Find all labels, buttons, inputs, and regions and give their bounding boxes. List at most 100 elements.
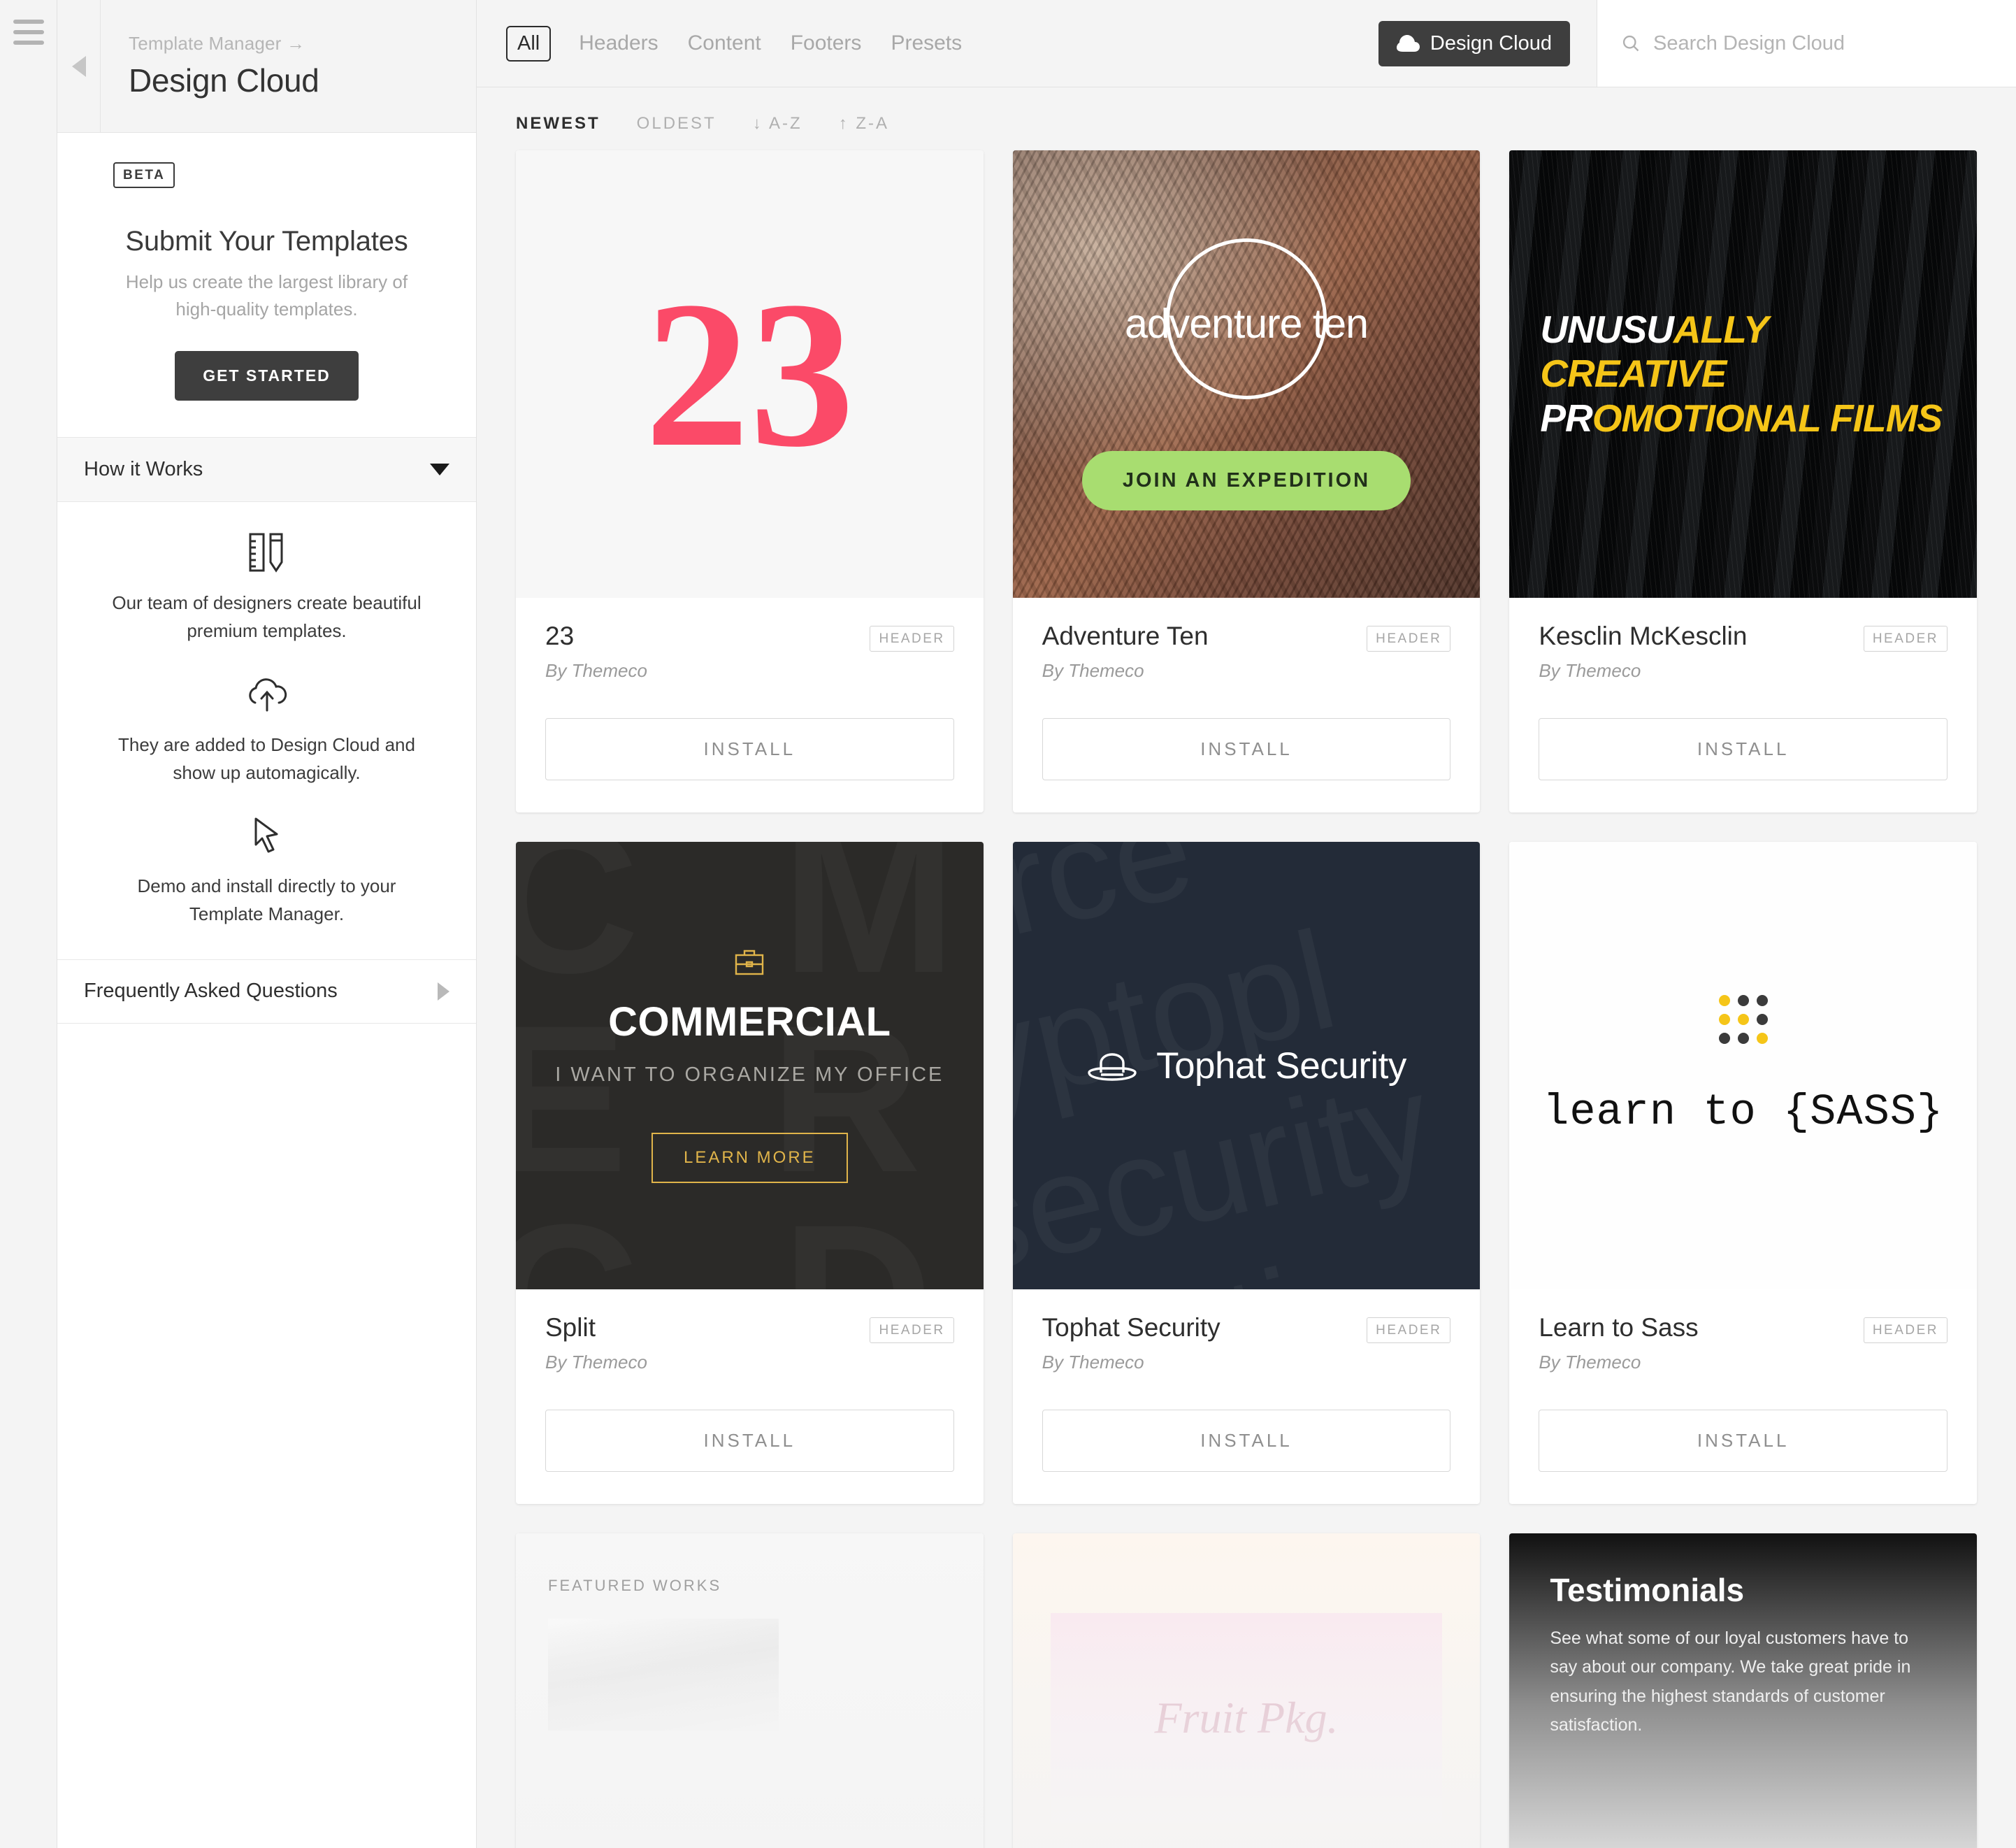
card-title-row: Kesclin McKesclin HEADER — [1539, 622, 1947, 652]
template-card-learn-to-sass[interactable]: learn to {SASS} Learn to Sass HEADER By … — [1509, 842, 1977, 1504]
how-it-works-header[interactable]: How it Works — [57, 438, 476, 502]
sort-newest[interactable]: NEWEST — [516, 114, 600, 134]
headline-line-2: PROMOTIONAL FILMS — [1540, 396, 1946, 440]
search-input[interactable] — [1653, 31, 1989, 55]
headline-segment-white: UNUSU — [1540, 308, 1674, 352]
install-button[interactable]: INSTALL — [1042, 1410, 1451, 1472]
template-thumbnail[interactable]: learn to {SASS} — [1509, 842, 1977, 1289]
design-cloud-button[interactable]: Design Cloud — [1378, 20, 1570, 66]
template-thumbnail[interactable]: Fruit Pkg. — [1012, 1533, 1481, 1848]
card-title: Tophat Security — [1042, 1313, 1221, 1342]
card-author: By Themeco — [545, 660, 647, 681]
headline-segment-yellow: OMOTIONAL FILMS — [1592, 396, 1943, 440]
card-body: 23 HEADER By Themeco INSTALL — [516, 598, 984, 812]
sort-oldest[interactable]: OLDEST — [637, 114, 717, 134]
app-root: Template Manager → Design Cloud BETA Sub… — [0, 0, 2016, 1848]
card-title-row: Tophat Security HEADER — [1042, 1313, 1451, 1343]
hamburger-icon[interactable] — [13, 20, 44, 45]
thumbnail-headline: Fruit Pkg. — [1154, 1693, 1339, 1742]
how-it-works-step-text: Our team of designers create beautiful p… — [112, 592, 422, 642]
get-started-button[interactable]: GET STARTED — [175, 351, 359, 401]
template-thumbnail[interactable]: FEATURED WORKS — [516, 1533, 984, 1848]
sort-z-a[interactable]: ↑ Z-A — [839, 114, 889, 134]
tab-content[interactable]: Content — [686, 29, 763, 58]
template-card-split[interactable]: COMMERCIAL I WANT TO ORGANIZE MY OFFICE … — [516, 842, 984, 1504]
template-thumbnail[interactable]: adventure ten JOIN AN EXPEDITION — [1012, 150, 1481, 598]
briefcase-icon — [735, 950, 764, 975]
sidebar-header: Template Manager → Design Cloud — [57, 0, 476, 133]
template-thumbnail[interactable]: Tophat Security — [1012, 842, 1481, 1289]
status-badge: HEADER — [1863, 626, 1947, 652]
card-title: 23 — [545, 622, 575, 650]
design-cloud-button-label: Design Cloud — [1430, 31, 1552, 55]
back-button[interactable] — [57, 0, 101, 132]
thumbnail-panel: Fruit Pkg. — [1050, 1613, 1443, 1823]
template-card-23[interactable]: 23 23 HEADER By Themeco INSTALL — [516, 150, 984, 812]
card-title: Kesclin McKesclin — [1539, 622, 1748, 650]
card-title: Split — [545, 1313, 596, 1342]
card-body: Tophat Security HEADER By Themeco INSTAL… — [1013, 1289, 1481, 1504]
thumbnail-headline: UNUSUALLY CREATIVE PROMOTIONAL FILMS — [1509, 308, 1977, 440]
chevron-right-icon — [438, 982, 449, 1001]
submit-description: Help us create the largest library of hi… — [125, 271, 408, 320]
left-rail — [0, 0, 57, 1848]
status-badge: HEADER — [1367, 626, 1451, 652]
thumbnail-subheading: I WANT TO ORGANIZE MY OFFICE — [555, 1063, 944, 1086]
breadcrumb[interactable]: Template Manager → — [129, 33, 319, 55]
install-button[interactable]: INSTALL — [545, 718, 954, 780]
tophat-logo-group: Tophat Security — [1013, 1045, 1481, 1087]
template-card-testimonials[interactable]: Testimonials See what some of our loyal … — [1509, 1533, 1977, 1848]
card-title: Learn to Sass — [1539, 1313, 1699, 1342]
template-thumbnail[interactable]: Testimonials See what some of our loyal … — [1509, 1533, 1977, 1848]
tab-footers[interactable]: Footers — [789, 29, 863, 58]
card-author: By Themeco — [1539, 1352, 1641, 1373]
thumbnail-body: See what some of our loyal customers hav… — [1550, 1628, 1911, 1735]
chevron-left-icon — [71, 55, 86, 77]
topbar: All Headers Content Footers Presets Desi… — [477, 0, 2016, 87]
tab-all[interactable]: All — [506, 25, 552, 62]
template-card-kesclin-mckesclin[interactable]: UNUSUALLY CREATIVE PROMOTIONAL FILMS Kes… — [1509, 150, 1977, 812]
template-grid-scroll[interactable]: 23 23 HEADER By Themeco INSTALL adventur… — [477, 145, 2016, 1848]
card-author: By Themeco — [1042, 1352, 1144, 1373]
template-thumbnail[interactable]: 23 — [516, 150, 984, 598]
template-thumbnail[interactable]: UNUSUALLY CREATIVE PROMOTIONAL FILMS — [1509, 150, 1977, 598]
template-grid: 23 23 HEADER By Themeco INSTALL adventur… — [516, 150, 1977, 1848]
install-button[interactable]: INSTALL — [545, 1410, 954, 1472]
tab-headers[interactable]: Headers — [577, 29, 659, 58]
template-card-featured-works[interactable]: FEATURED WORKS — [516, 1533, 984, 1848]
install-button[interactable]: INSTALL — [1539, 1410, 1947, 1472]
thumbnail-heading: Testimonials — [1550, 1572, 1745, 1608]
sidebar: Template Manager → Design Cloud BETA Sub… — [57, 0, 477, 1848]
tab-presets[interactable]: Presets — [889, 29, 963, 58]
main-panel: All Headers Content Footers Presets Desi… — [477, 0, 2016, 1848]
faq-label: Frequently Asked Questions — [84, 980, 338, 1003]
how-it-works-step: Our team of designers create beautiful p… — [109, 531, 424, 645]
card-title-row: Split HEADER — [545, 1313, 954, 1343]
thumbnail-heading: COMMERCIAL — [608, 998, 891, 1045]
headline-segment-white: PR — [1540, 396, 1592, 440]
how-it-works-step-text: They are added to Design Cloud and show … — [118, 733, 415, 783]
page-title: Design Cloud — [129, 62, 319, 99]
install-button[interactable]: INSTALL — [1539, 718, 1947, 780]
status-badge: HEADER — [1863, 1317, 1947, 1343]
thumbnail-label: FEATURED WORKS — [548, 1577, 722, 1594]
card-body: Kesclin McKesclin HEADER By Themeco INST… — [1509, 598, 1977, 812]
card-author: By Themeco — [545, 1352, 647, 1373]
install-button[interactable]: INSTALL — [1042, 718, 1451, 780]
split-content: COMMERCIAL I WANT TO ORGANIZE MY OFFICE … — [516, 949, 984, 1183]
status-badge: HEADER — [870, 1317, 954, 1343]
template-thumbnail[interactable]: COMMERCIAL I WANT TO ORGANIZE MY OFFICE … — [516, 842, 984, 1289]
thumbnail-cta: LEARN MORE — [651, 1132, 848, 1183]
sort-a-z[interactable]: ↓ A-Z — [753, 114, 802, 134]
search-container[interactable] — [1597, 0, 2016, 87]
template-card-adventure-ten[interactable]: adventure ten JOIN AN EXPEDITION Adventu… — [1012, 150, 1481, 812]
thumbnail-number: 23 — [645, 258, 855, 490]
template-card-fruit-pkg[interactable]: Fruit Pkg. — [1012, 1533, 1481, 1848]
cloud-icon — [1396, 35, 1420, 52]
card-title-row: Adventure Ten HEADER — [1042, 622, 1451, 652]
card-body: Split HEADER By Themeco INSTALL — [516, 1289, 984, 1504]
topbar-right: Design Cloud — [1378, 0, 2016, 87]
how-it-works-label: How it Works — [84, 458, 203, 480]
faq-header[interactable]: Frequently Asked Questions — [57, 959, 476, 1024]
template-card-tophat-security[interactable]: Tophat Security Tophat Security HEADER B… — [1012, 842, 1481, 1504]
